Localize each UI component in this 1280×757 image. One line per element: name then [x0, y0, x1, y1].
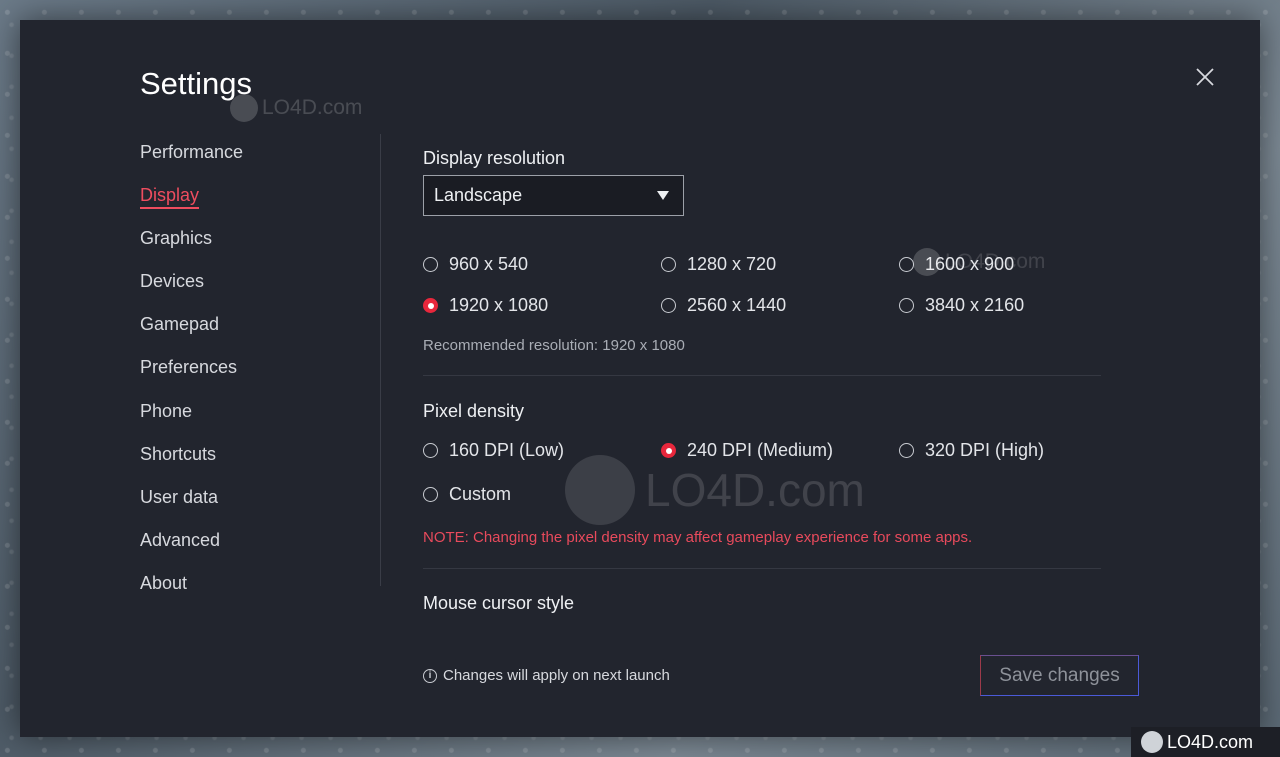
sidebar-item-user-data[interactable]: User data	[140, 478, 360, 521]
sidebar-item-graphics[interactable]: Graphics	[140, 219, 360, 262]
globe-icon	[230, 94, 258, 122]
sidebar-item-about[interactable]: About	[140, 564, 360, 607]
section-title-display-resolution: Display resolution	[423, 148, 566, 168]
section-divider	[423, 568, 1101, 569]
sidebar-item-phone[interactable]: Phone	[140, 392, 360, 435]
radio-resolution-2560x1440[interactable]: 2560 x 1440	[661, 295, 786, 316]
radio-resolution-1600x900[interactable]: 1600 x 900	[899, 254, 1014, 275]
radio-resolution-1280x720[interactable]: 1280 x 720	[661, 254, 776, 275]
sidebar-item-performance[interactable]: Performance	[140, 133, 360, 176]
radio-circle	[661, 257, 676, 272]
globe-icon	[1141, 731, 1163, 753]
radio-circle	[423, 257, 438, 272]
settings-content[interactable]: Display resolution Landscape 960 x 540 1…	[423, 130, 1103, 620]
sidebar-item-shortcuts[interactable]: Shortcuts	[140, 435, 360, 478]
section-title-pixel-density: Pixel density	[423, 401, 525, 421]
close-button[interactable]	[1192, 64, 1218, 90]
radio-dpi-160[interactable]: 160 DPI (Low)	[423, 440, 564, 461]
radio-circle	[423, 443, 438, 458]
radio-dpi-custom[interactable]: Custom	[423, 484, 511, 505]
info-icon: i	[423, 668, 437, 683]
section-title-mouse-cursor: Mouse cursor style	[423, 593, 575, 613]
radio-dpi-320[interactable]: 320 DPI (High)	[899, 440, 1044, 461]
section-divider	[423, 375, 1101, 376]
close-icon	[1196, 68, 1214, 86]
radio-circle-checked	[423, 298, 438, 313]
save-changes-button[interactable]: Save changes	[980, 655, 1139, 696]
radio-circle	[661, 298, 676, 313]
radio-circle-checked	[661, 443, 676, 458]
sidebar-item-advanced[interactable]: Advanced	[140, 521, 360, 564]
orientation-select-value: Landscape	[434, 185, 523, 205]
caret-down-icon	[657, 191, 669, 200]
sidebar-divider	[380, 134, 381, 586]
radio-resolution-1920x1080[interactable]: 1920 x 1080	[423, 295, 548, 316]
radio-dpi-240[interactable]: 240 DPI (Medium)	[661, 440, 833, 461]
radio-circle	[423, 487, 438, 502]
sidebar-item-display[interactable]: Display	[140, 176, 360, 219]
sidebar-item-devices[interactable]: Devices	[140, 262, 360, 305]
watermark: LO4D.com	[230, 94, 362, 122]
pixel-density-note: NOTE: Changing the pixel density may aff…	[423, 529, 973, 546]
sidebar-item-preferences[interactable]: Preferences	[140, 348, 360, 391]
radio-circle	[899, 298, 914, 313]
watermark-corner: LO4D.com	[1131, 727, 1280, 757]
watermark-text: LO4D.com	[262, 96, 363, 119]
radio-resolution-3840x2160[interactable]: 3840 x 2160	[899, 295, 1024, 316]
sidebar-item-gamepad[interactable]: Gamepad	[140, 305, 360, 348]
radio-resolution-960x540[interactable]: 960 x 540	[423, 254, 528, 275]
restart-info-text: Changes will apply on next launch	[443, 667, 670, 684]
settings-dialog: Settings LO4D.com Performance Display Gr…	[20, 20, 1260, 737]
radio-circle	[899, 443, 914, 458]
recommended-resolution-text: Recommended resolution: 1920 x 1080	[423, 337, 685, 354]
orientation-select[interactable]: Landscape	[423, 175, 684, 216]
restart-info: i Changes will apply on next launch	[423, 667, 670, 684]
radio-circle	[899, 257, 914, 272]
settings-sidebar: Performance Display Graphics Devices Gam…	[140, 133, 360, 607]
